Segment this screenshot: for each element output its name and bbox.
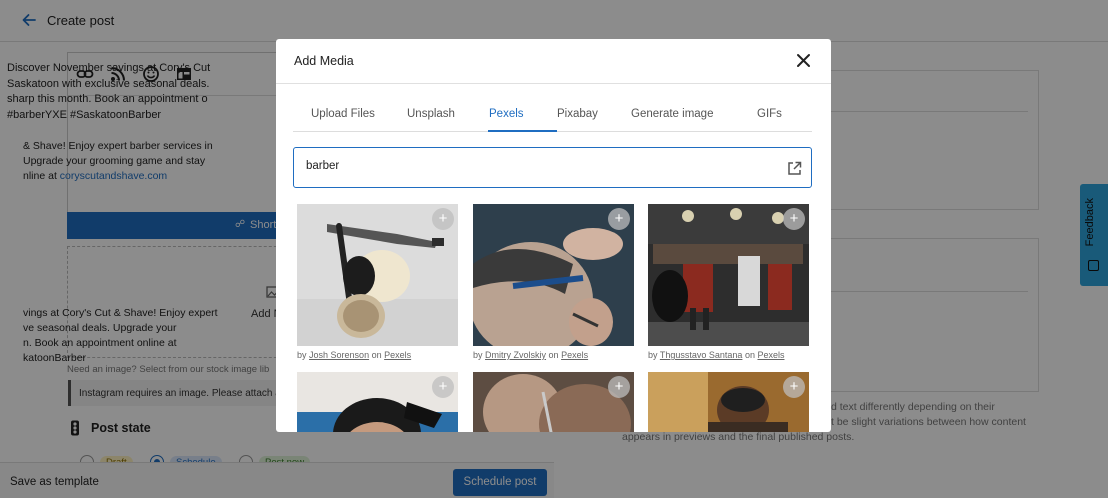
credit-on: on [744,350,755,360]
source-link[interactable]: Pexels [757,350,784,360]
author-link[interactable]: Josh Sorenson [309,350,369,360]
add-image-icon[interactable]: + [783,376,805,398]
tab-pixabay[interactable]: Pixabay [557,108,598,120]
close-icon[interactable] [795,52,812,69]
result-image-haircut[interactable]: + [473,204,634,346]
result-image-neck-shave[interactable]: + [473,372,634,432]
image-credit: by Thgusstavo Santana on Pexels [648,350,784,360]
modal-title: Add Media [294,54,354,68]
tab-gifs[interactable]: GIFs [757,108,782,120]
credit-on: on [548,350,559,360]
search-input[interactable] [306,160,746,172]
credit-by: by [648,350,658,360]
credit-by: by [473,350,483,360]
result-image-barbershop[interactable]: + [648,204,809,346]
credit-by: by [297,350,307,360]
add-image-icon[interactable]: + [783,208,805,230]
author-link[interactable]: Dmitry Zvolskiy [485,350,546,360]
source-link[interactable]: Pexels [561,350,588,360]
add-image-icon[interactable]: + [608,376,630,398]
result-image-shaving-kit[interactable]: + [297,204,458,346]
modal-header: Add Media [276,39,831,84]
active-tab-indicator [488,130,557,132]
image-credit: by Dmitry Zvolskiy on Pexels [473,350,588,360]
image-credit: by Josh Sorenson on Pexels [297,350,411,360]
credit-on: on [371,350,382,360]
tab-upload-files[interactable]: Upload Files [311,108,375,120]
add-media-modal: Add Media Upload Files Unsplash Pexels P… [276,39,831,432]
tab-unsplash[interactable]: Unsplash [407,108,455,120]
add-image-icon[interactable]: + [608,208,630,230]
add-image-icon[interactable]: + [432,376,454,398]
result-image-beard-trim[interactable]: + [297,372,458,432]
source-link[interactable]: Pexels [384,350,411,360]
tab-generate-image[interactable]: Generate image [631,108,713,120]
tab-pexels[interactable]: Pexels [489,108,524,120]
media-source-tabs: Upload Files Unsplash Pexels Pixabay Gen… [293,99,812,132]
result-image-barber-portrait[interactable]: + [648,372,809,432]
author-link[interactable]: Thgusstavo Santana [660,350,743,360]
external-link-icon[interactable] [787,161,802,176]
add-image-icon[interactable]: + [432,208,454,230]
search-box [293,147,812,188]
